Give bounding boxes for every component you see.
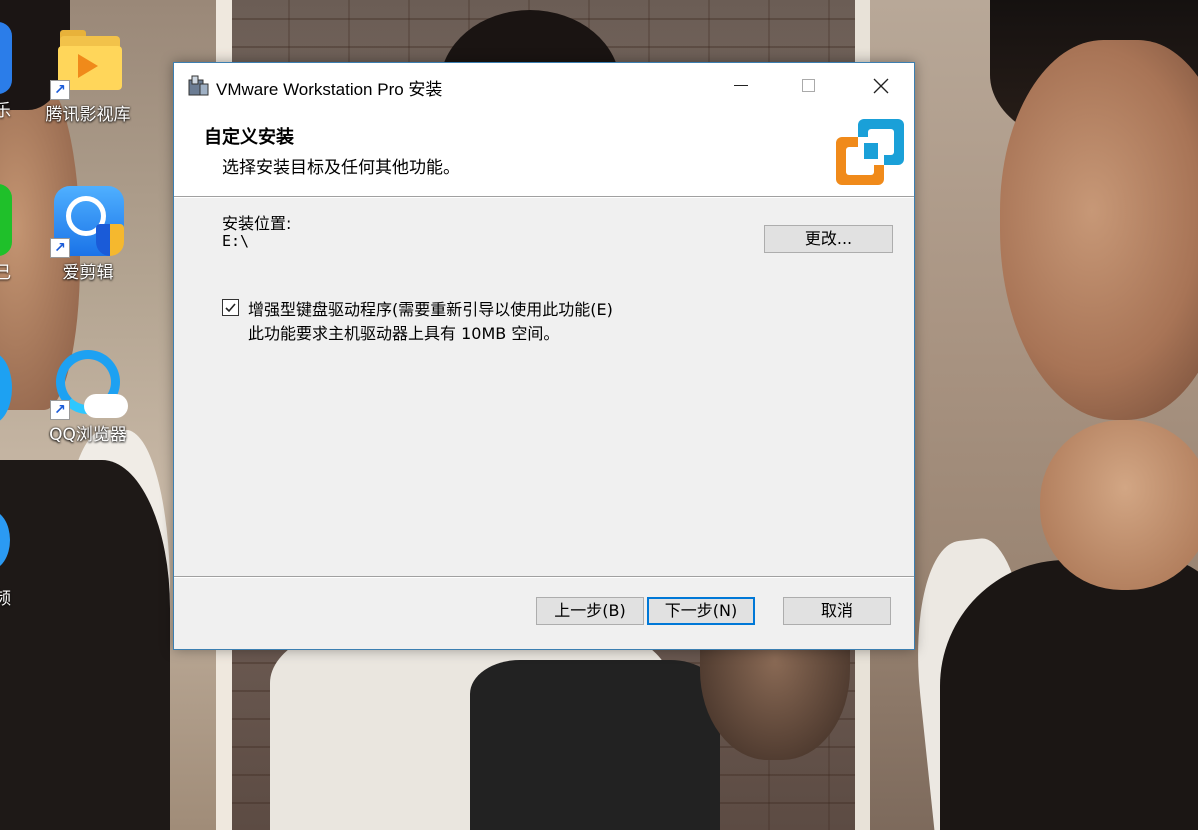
back-button[interactable]: 上一步(B) bbox=[536, 597, 644, 625]
wallpaper-jacket-left bbox=[0, 460, 170, 830]
content-area: 安装位置: E:\ 更改... 增强型键盘驱动程序(需要重新引导以使用此功能(E… bbox=[174, 198, 914, 576]
desktop-icon-label-partial-2: 己 bbox=[0, 263, 11, 283]
next-button[interactable]: 下一步(N) bbox=[647, 597, 755, 625]
cancel-button[interactable]: 取消 bbox=[783, 597, 891, 625]
minimize-icon bbox=[734, 85, 748, 86]
enhanced-keyboard-driver-checkbox[interactable] bbox=[222, 299, 239, 316]
installer-window: VMware Workstation Pro 安装 自定义安装 选择安装目标及任… bbox=[173, 62, 915, 650]
wallpaper-hand-right bbox=[1040, 420, 1198, 590]
desktop-icon-label: 腾讯影视库 bbox=[45, 105, 131, 125]
enhanced-keyboard-driver-description: 此功能要求主机驱动器上具有 10MB 空间。 bbox=[248, 324, 560, 343]
app-icon-partial-2[interactable] bbox=[0, 184, 12, 256]
desktop-icon-label: 爱剪辑 bbox=[62, 263, 114, 283]
qq-browser-icon: ↗ bbox=[50, 346, 128, 420]
footer-separator bbox=[174, 576, 914, 578]
change-location-button[interactable]: 更改... bbox=[764, 225, 893, 253]
film-reel-icon: ↗ bbox=[50, 184, 124, 258]
desktop-icon-qq-browser[interactable]: ↗ QQ浏览器 bbox=[40, 346, 136, 445]
window-title: VMware Workstation Pro 安装 bbox=[216, 80, 443, 99]
title-bar[interactable]: VMware Workstation Pro 安装 bbox=[174, 63, 914, 109]
uac-shield-icon bbox=[96, 224, 124, 256]
folder-icon: ↗ bbox=[50, 26, 124, 100]
page-heading: 自定义安装 bbox=[204, 127, 294, 148]
desktop-icon-label-partial-1: 乐 bbox=[0, 101, 11, 121]
maximize-button[interactable] bbox=[786, 63, 832, 109]
desktop-icon-label: QQ浏览器 bbox=[49, 425, 127, 445]
desktop-icon-aijianji[interactable]: ↗ 爱剪辑 bbox=[40, 184, 136, 283]
wallpaper-jacket-right bbox=[940, 560, 1198, 830]
install-location-label: 安装位置: bbox=[222, 214, 292, 233]
close-button[interactable] bbox=[858, 63, 904, 109]
maximize-icon bbox=[802, 79, 815, 92]
desktop-icon-label-partial-4: 频 bbox=[0, 589, 11, 609]
checkmark-icon bbox=[225, 303, 236, 313]
close-icon bbox=[873, 78, 889, 94]
installer-app-icon bbox=[188, 75, 209, 96]
shortcut-arrow-icon: ↗ bbox=[50, 400, 70, 420]
wallpaper-center-vest bbox=[470, 660, 720, 830]
page-subheading: 选择安装目标及任何其他功能。 bbox=[222, 158, 460, 178]
minimize-button[interactable] bbox=[718, 63, 764, 109]
app-icon-partial-1[interactable] bbox=[0, 22, 12, 94]
enhanced-keyboard-driver-label[interactable]: 增强型键盘驱动程序(需要重新引导以使用此功能(E) bbox=[248, 296, 613, 320]
desktop-icon-tencent-video-library[interactable]: ↗ 腾讯影视库 bbox=[40, 26, 136, 125]
shortcut-arrow-icon: ↗ bbox=[50, 238, 70, 258]
shortcut-arrow-icon: ↗ bbox=[50, 80, 70, 100]
vmware-logo-icon bbox=[836, 119, 904, 185]
install-location-value: E:\ bbox=[222, 232, 250, 250]
header-banner: 自定义安装 选择安装目标及任何其他功能。 bbox=[174, 109, 914, 196]
